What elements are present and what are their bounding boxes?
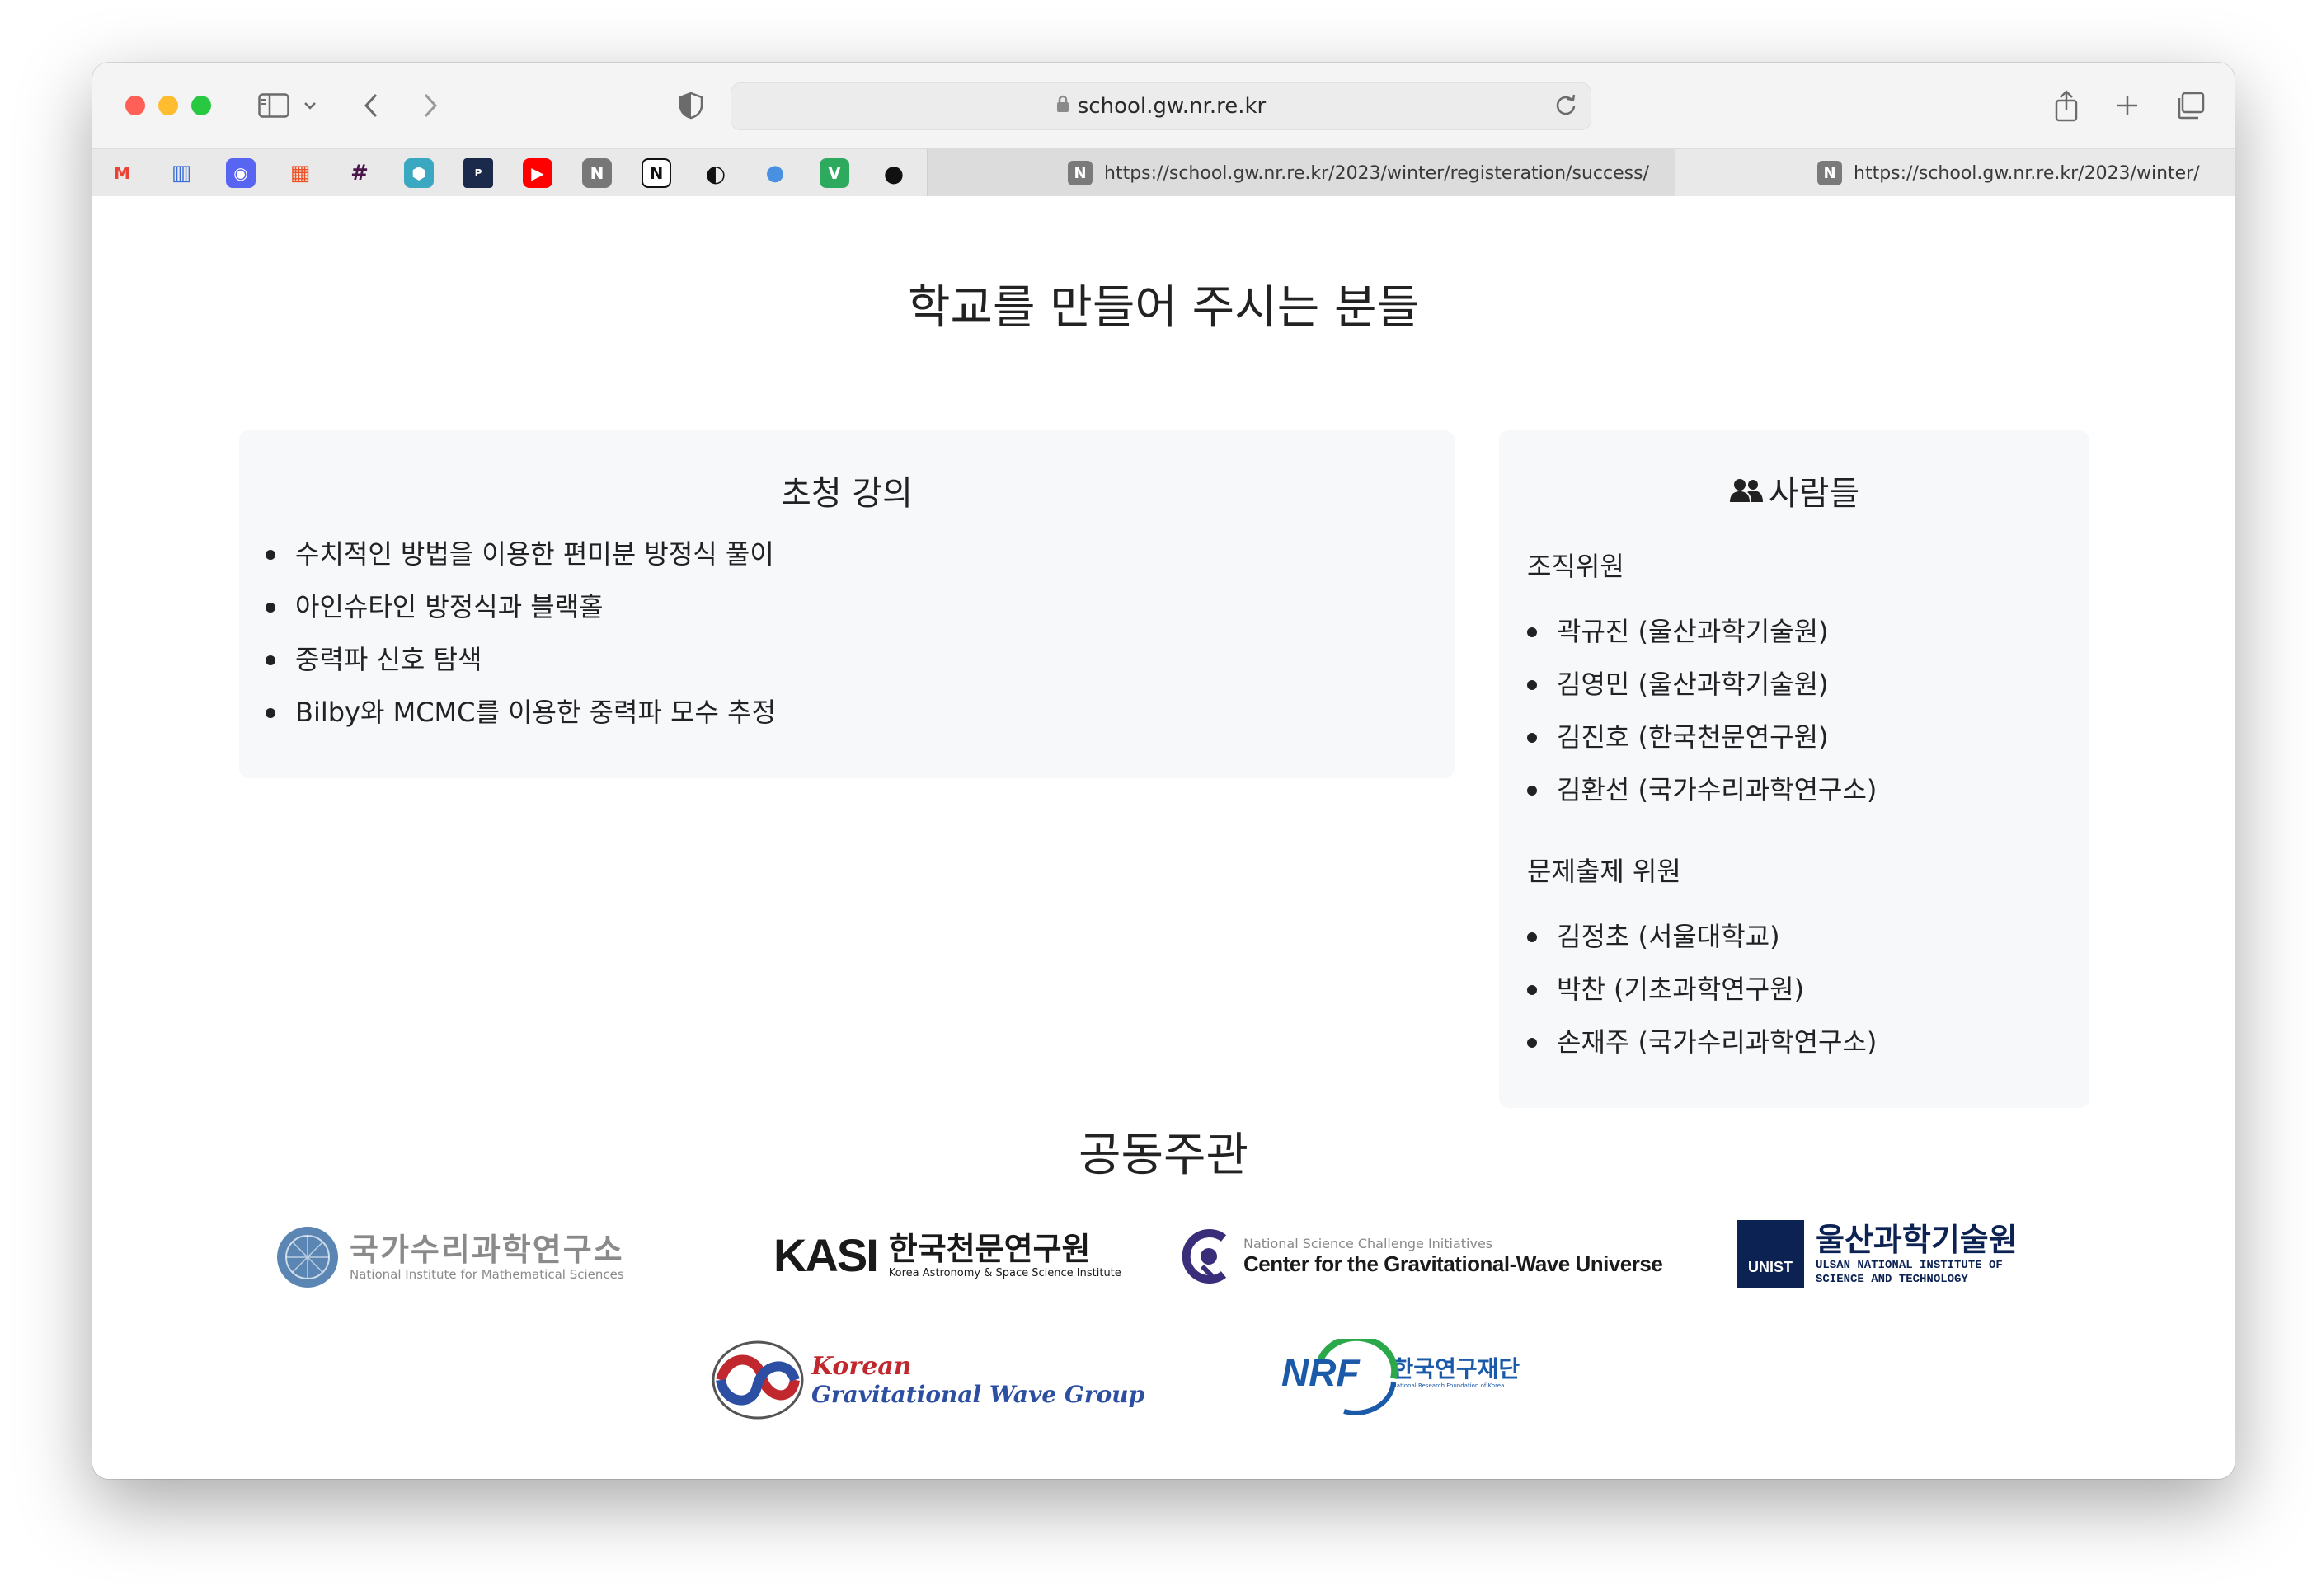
nrf-mark: NRF bbox=[1281, 1351, 1360, 1394]
barcode-icon[interactable]: ▥ bbox=[167, 158, 196, 188]
kgwg-logo[interactable]: Korean Gravitational Wave Group bbox=[709, 1337, 1144, 1423]
discord-icon[interactable]: ◉ bbox=[226, 158, 256, 188]
sponsors-heading: 공동주관 bbox=[1078, 1129, 1249, 1182]
organizers-list: 곽규진 (울산과학기술원) 김영민 (울산과학기술원) 김진호 (한국천문연구원… bbox=[1524, 605, 1877, 816]
list-item: 박찬 (기초과학연구원) bbox=[1524, 963, 1877, 1016]
nrf-logo[interactable]: NRF 한국연구재단 National Research Foundation … bbox=[1281, 1339, 1520, 1415]
nrf-english-name: National Research Foundation of Korea bbox=[1392, 1382, 1505, 1389]
cgwu-emblem-icon bbox=[1179, 1227, 1234, 1286]
share-icon[interactable] bbox=[2050, 86, 2083, 125]
forward-arrow-icon[interactable] bbox=[416, 86, 445, 125]
list-item: 김정초 (서울대학교) bbox=[1524, 910, 1877, 963]
tab-overview-icon[interactable] bbox=[2172, 86, 2208, 125]
notion-n-icon[interactable]: N bbox=[582, 158, 612, 188]
list-item: 김환선 (국가수리과학연구소) bbox=[1524, 763, 1877, 816]
people-group-icon bbox=[1729, 477, 1764, 504]
back-arrow-icon[interactable] bbox=[356, 86, 386, 125]
youtube-icon[interactable]: ▶ bbox=[523, 158, 552, 188]
browser-window: school.gw.nr.re.kr N https://school.gw.n… bbox=[92, 63, 2235, 1479]
address-bar[interactable]: school.gw.nr.re.kr bbox=[731, 82, 1591, 130]
notion-n-icon: N bbox=[1068, 161, 1093, 185]
lock-icon bbox=[1056, 94, 1069, 119]
people-heading: 사람들 bbox=[1499, 467, 2089, 514]
people-card: 사람들 조직위원 곽규진 (울산과학기술원) 김영민 (울산과학기술원) 김진호… bbox=[1499, 430, 2089, 1108]
kgwg-emblem-icon bbox=[709, 1337, 806, 1423]
lectures-list: 수치적인 방법을 이용한 편미분 방정식 풀이 아인슈타인 방정식과 블랙홀 중… bbox=[262, 528, 776, 739]
page-content: 학교를 만들어 주시는 분들 초청 강의 수치적인 방법을 이용한 편미분 방정… bbox=[92, 196, 2235, 1479]
problem-setters-label: 문제출제 위원 bbox=[1527, 856, 1681, 887]
minimize-window-button[interactable] bbox=[158, 96, 178, 115]
chevron-down-icon[interactable] bbox=[300, 86, 320, 125]
zoom-window-button[interactable] bbox=[191, 96, 211, 115]
kgwg-line-1: Korean bbox=[811, 1352, 912, 1381]
slack-icon[interactable]: # bbox=[345, 158, 374, 188]
new-tab-plus-icon[interactable] bbox=[2111, 86, 2144, 125]
page-title: 학교를 만들어 주시는 분들 bbox=[907, 281, 1420, 335]
nims-logo[interactable]: 국가수리과학연구소 National Institute for Mathema… bbox=[275, 1225, 624, 1289]
cgwu-logo[interactable]: National Science Challenge Initiatives C… bbox=[1179, 1227, 1663, 1286]
unist-korean-name: 울산과학기술원 bbox=[1816, 1222, 2018, 1258]
list-item: 김영민 (울산과학기술원) bbox=[1524, 658, 1877, 711]
github-icon[interactable]: ● bbox=[879, 158, 909, 188]
tab-registration-success[interactable]: N https://school.gw.nr.re.kr/2023/winter… bbox=[927, 149, 1675, 197]
gmail-icon[interactable]: M bbox=[107, 158, 137, 188]
list-item: 김진호 (한국천문연구원) bbox=[1524, 711, 1877, 763]
cgwu-name: Center for the Gravitational-Wave Univer… bbox=[1243, 1251, 1663, 1276]
list-item: 손재주 (국가수리과학연구소) bbox=[1524, 1016, 1877, 1068]
list-item: 곽규진 (울산과학기술원) bbox=[1524, 605, 1877, 658]
notion-n-icon: N bbox=[1817, 161, 1842, 185]
nims-english-name: National Institute for Mathematical Scie… bbox=[350, 1267, 624, 1282]
tab-url-label: https://school.gw.nr.re.kr/2023/winter/ bbox=[1854, 162, 2200, 184]
person-icon[interactable]: ● bbox=[760, 158, 790, 188]
people-heading-text: 사람들 bbox=[1768, 475, 1860, 513]
kasi-logo[interactable]: KASI 한국천문연구원 Korea Astronomy & Space Sci… bbox=[773, 1228, 1121, 1282]
tab-bar: N https://school.gw.nr.re.kr/2023/winter… bbox=[92, 148, 2235, 198]
lectures-card: 초청 강의 수치적인 방법을 이용한 편미분 방정식 풀이 아인슈타인 방정식과… bbox=[239, 430, 1455, 778]
cgwu-subtitle: National Science Challenge Initiatives bbox=[1243, 1236, 1493, 1251]
unist-english-line-1: ULSAN NATIONAL INSTITUTE OF bbox=[1816, 1259, 2003, 1272]
lectures-heading: 초청 강의 bbox=[781, 475, 913, 513]
list-item: 아인슈타인 방정식과 블랙홀 bbox=[262, 580, 776, 633]
nims-korean-name: 국가수리과학연구소 bbox=[350, 1232, 624, 1268]
unist-mark: UNIST bbox=[1737, 1220, 1804, 1288]
tab-url-label: https://school.gw.nr.re.kr/2023/winter/r… bbox=[1104, 162, 1649, 184]
vim-icon[interactable]: V bbox=[820, 158, 849, 188]
address-text: school.gw.nr.re.kr bbox=[1077, 94, 1267, 119]
nrf-mark-wrap: NRF bbox=[1281, 1339, 1398, 1415]
kgwg-line-2: Gravitational Wave Group bbox=[811, 1381, 1145, 1408]
browser-toolbar: school.gw.nr.re.kr bbox=[92, 63, 2235, 148]
kasi-english-name: Korea Astronomy & Space Science Institut… bbox=[888, 1267, 1121, 1279]
list-item: Bilby와 MCMC를 이용한 중력파 모수 추정 bbox=[262, 686, 776, 739]
close-window-button[interactable] bbox=[125, 96, 145, 115]
problem-setters-list: 김정초 (서울대학교) 박찬 (기초과학연구원) 손재주 (국가수리과학연구소) bbox=[1524, 910, 1877, 1068]
reload-icon[interactable] bbox=[1554, 93, 1577, 122]
kasi-korean-name: 한국천문연구원 bbox=[888, 1231, 1091, 1267]
nims-emblem-icon bbox=[275, 1225, 340, 1289]
unist-english-line-2: SCIENCE AND TECHNOLOGY bbox=[1816, 1273, 1968, 1286]
tab-winter-school[interactable]: N https://school.gw.nr.re.kr/2023/winter… bbox=[1741, 149, 2235, 197]
fire-icon[interactable]: ◐ bbox=[701, 158, 731, 188]
list-item: 중력파 신호 탐색 bbox=[262, 633, 776, 686]
sidebar-toggle-icon[interactable] bbox=[254, 86, 294, 125]
organizers-label: 조직위원 bbox=[1527, 551, 1624, 582]
kasi-mark: KASI bbox=[773, 1229, 879, 1281]
unist-logo[interactable]: UNIST 울산과학기술원 ULSAN NATIONAL INSTITUTE O… bbox=[1737, 1220, 2018, 1288]
privacy-shield-icon[interactable] bbox=[674, 86, 707, 125]
microsoft-icon[interactable]: ▦ bbox=[285, 158, 315, 188]
hexagon-icon[interactable]: ⬢ bbox=[404, 158, 434, 188]
primer-icon[interactable]: P bbox=[463, 158, 493, 188]
notion-icon[interactable]: N bbox=[642, 158, 671, 188]
list-item: 수치적인 방법을 이용한 편미분 방정식 풀이 bbox=[262, 528, 776, 580]
nrf-korean-name: 한국연구재단 bbox=[1392, 1355, 1520, 1382]
